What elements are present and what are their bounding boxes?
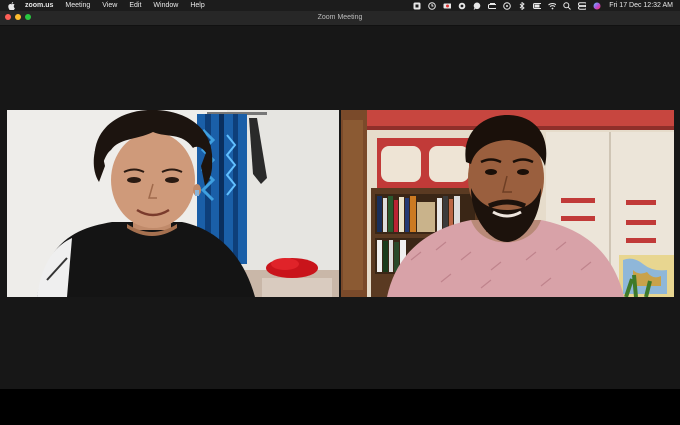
status-area: Fri 17 Dec 12:32 AM (406, 0, 673, 11)
search-icon[interactable] (563, 1, 572, 10)
menu-clock[interactable]: Fri 17 Dec 12:32 AM (609, 0, 673, 11)
apple-menu-icon[interactable] (8, 1, 16, 10)
window-titlebar[interactable]: Zoom Meeting (0, 11, 680, 26)
recording-icon[interactable] (443, 2, 452, 10)
chat-icon[interactable] (473, 2, 481, 10)
menu-help[interactable]: Help (190, 0, 204, 11)
menu-view[interactable]: View (102, 0, 117, 11)
timer-icon[interactable] (428, 1, 436, 10)
zoom-meeting-window: Zoom Meeting (0, 11, 680, 389)
menu-window[interactable]: Window (153, 0, 178, 11)
wifi-icon[interactable] (548, 2, 557, 10)
dropbox-icon[interactable] (413, 2, 421, 10)
bluetooth-icon[interactable] (518, 1, 526, 10)
battery-car-icon[interactable] (488, 2, 497, 10)
at-icon[interactable] (458, 2, 466, 10)
control-center-icon[interactable] (578, 1, 587, 10)
menu-app-name[interactable]: zoom.us (25, 0, 53, 11)
battery-icon[interactable] (533, 2, 542, 10)
siri-icon[interactable] (593, 2, 601, 10)
participant-video-tile-1[interactable] (7, 110, 339, 297)
menu-edit[interactable]: Edit (129, 0, 141, 11)
menu-meeting[interactable]: Meeting (65, 0, 90, 11)
participant-video-tile-2[interactable] (341, 110, 674, 297)
window-title: Zoom Meeting (317, 14, 363, 21)
play-icon[interactable] (503, 1, 511, 10)
menu-bar: zoom.us Meeting View Edit Window Help Fr… (0, 0, 680, 11)
